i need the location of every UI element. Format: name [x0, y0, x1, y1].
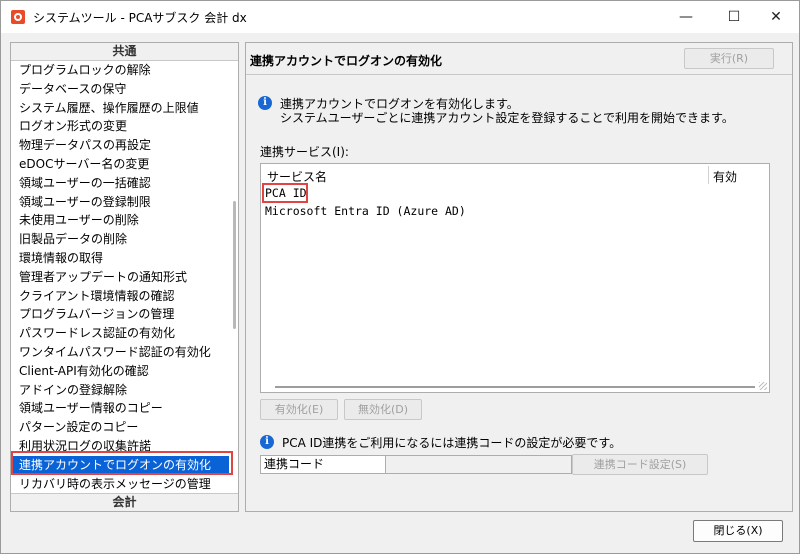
services-label: 連携サービス(I):: [260, 145, 349, 159]
page-title: 連携アカウントでログオンの有効化: [250, 54, 443, 68]
menu-item-client-api[interactable]: Client-API有効化の確認: [11, 362, 229, 381]
menu-item-client-env[interactable]: クライアント環境情報の確認: [11, 287, 229, 306]
window-title: システムツール - PCAサブスク 会計 dx: [33, 11, 247, 25]
app-logo-icon: [11, 10, 25, 24]
tool-menu-panel: 共通 プログラムロックの解除 データベースの保守 システム履歴、操作履歴の上限値…: [10, 42, 239, 512]
menu-item-edoc-server[interactable]: eDOCサーバー名の変更: [11, 155, 229, 174]
menu-item-data-path[interactable]: 物理データパスの再設定: [11, 136, 229, 155]
minimize-button[interactable]: —: [663, 1, 709, 33]
menu-item-one-time-password[interactable]: ワンタイムパスワード認証の有効化: [11, 343, 229, 362]
column-header-enabled[interactable]: 有効: [713, 168, 737, 185]
app-window: システムツール - PCAサブスク 会計 dx — ☐ ✕ 共通 プログラムロッ…: [0, 0, 800, 554]
group-header-accounting[interactable]: 会計: [11, 493, 238, 511]
menu-item-history-limit[interactable]: システム履歴、操作履歴の上限値: [11, 99, 229, 118]
menu-item-user-info-copy[interactable]: 領域ユーザー情報のコピー: [11, 399, 229, 418]
info-icon: i: [260, 435, 274, 449]
service-name: Microsoft Entra ID (Azure AD): [265, 204, 466, 218]
enable-button[interactable]: 有効化(E): [260, 399, 338, 420]
menu-item-addin-unregister[interactable]: アドインの登録解除: [11, 381, 229, 400]
disable-button[interactable]: 無効化(D): [344, 399, 422, 420]
menu-item-unused-user-delete[interactable]: 未使用ユーザーの削除: [11, 211, 229, 230]
close-button[interactable]: 閉じる(X): [693, 520, 783, 542]
tool-menu-list: プログラムロックの解除 データベースの保守 システム履歴、操作履歴の上限値 ログ…: [11, 61, 229, 493]
title-bar: システムツール - PCAサブスク 会計 dx — ☐ ✕: [1, 1, 799, 33]
menu-item-environment-info[interactable]: 環境情報の取得: [11, 249, 229, 268]
close-window-button[interactable]: ✕: [753, 1, 799, 33]
menu-item-pattern-copy[interactable]: パターン設定のコピー: [11, 418, 229, 437]
menu-item-program-unlock[interactable]: プログラムロックの解除: [11, 61, 229, 80]
menu-item-update-notice[interactable]: 管理者アップデートの通知形式: [11, 268, 229, 287]
group-header-common[interactable]: 共通: [11, 43, 238, 61]
menu-item-user-limit[interactable]: 領域ユーザーの登録制限: [11, 193, 229, 212]
menu-item-passwordless[interactable]: パスワードレス認証の有効化: [11, 324, 229, 343]
execute-button[interactable]: 実行(R): [684, 48, 774, 69]
pca-code-notice: PCA ID連携をご利用になるには連携コードの設定が必要です。: [282, 436, 622, 450]
resize-grip-icon: [759, 382, 767, 390]
menu-item-old-data-delete[interactable]: 旧製品データの削除: [11, 230, 229, 249]
menu-item-database-maintenance[interactable]: データベースの保守: [11, 80, 229, 99]
menu-item-logon-format[interactable]: ログオン形式の変更: [11, 117, 229, 136]
menu-item-federated-logon[interactable]: 連携アカウントでログオンの有効化: [11, 455, 229, 475]
horizontal-scrollbar[interactable]: [275, 386, 755, 388]
content-panel: 連携アカウントでログオンの有効化 実行(R) i 連携アカウントでログオンを有効…: [245, 42, 793, 512]
info-icon: i: [258, 96, 272, 110]
menu-item-user-bulk-check[interactable]: 領域ユーザーの一括確認: [11, 174, 229, 193]
pca-id-highlight: [262, 183, 308, 203]
column-divider[interactable]: [708, 166, 709, 184]
menu-item-version-management[interactable]: プログラムバージョンの管理: [11, 305, 229, 324]
menu-item-recovery-message[interactable]: リカバリ時の表示メッセージの管理: [11, 475, 229, 493]
link-code-label: 連携コード: [261, 456, 386, 473]
menu-scrollbar[interactable]: [233, 201, 236, 329]
link-code-field: [386, 456, 571, 473]
maximize-button[interactable]: ☐: [711, 1, 757, 33]
service-list[interactable]: サービス名 有効 PCA ID Microsoft Entra ID (Azur…: [260, 163, 770, 393]
content-header: 連携アカウントでログオンの有効化 実行(R): [246, 43, 792, 75]
link-code-settings-button[interactable]: 連携コード設定(S): [572, 454, 708, 475]
menu-item-usage-log[interactable]: 利用状況ログの収集許諾: [11, 437, 229, 456]
info-text-line2: システムユーザーごとに連携アカウント設定を登録することで利用を開始できます。: [280, 111, 734, 125]
service-row[interactable]: Microsoft Entra ID (Azure AD): [265, 204, 466, 218]
link-code-row: 連携コード: [260, 455, 572, 474]
